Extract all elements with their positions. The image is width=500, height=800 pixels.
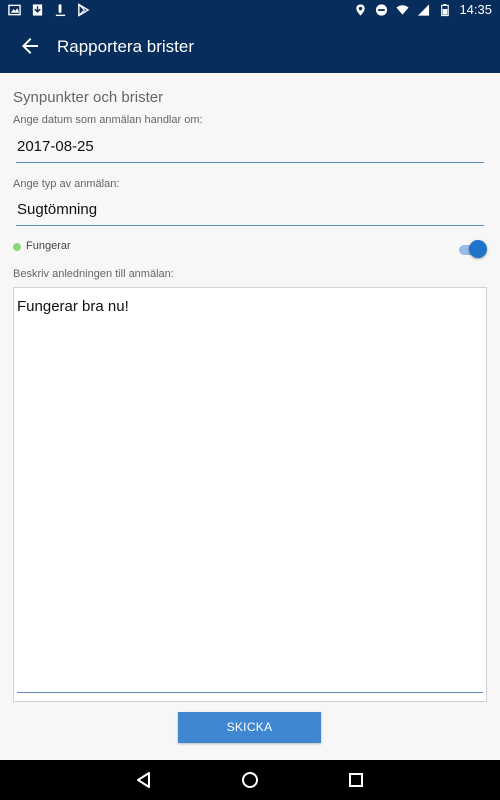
underscore-icon [55,4,66,17]
image-icon [8,4,21,16]
section-title: Synpunkter och brister [13,89,164,106]
type-label: Ange typ av anmälan: [13,178,120,190]
arrow-back-icon[interactable] [18,34,42,58]
status-bar-system: 14:35 [354,2,492,17]
back-triangle-icon[interactable] [134,770,154,790]
date-field[interactable]: 2017-08-25 [16,133,484,163]
recents-square-icon[interactable] [346,770,366,790]
navigation-bar [0,760,500,800]
description-textarea[interactable]: Fungerar bra nu! [13,287,487,702]
textarea-underline [17,692,483,693]
send-button[interactable]: SKICKA [178,712,321,743]
page-title: Rapportera brister [57,37,195,56]
clock: 14:35 [459,2,492,17]
description-text: Fungerar bra nu! [17,298,129,315]
wifi-icon [396,4,409,15]
status-bar-notifications [8,3,90,17]
play-store-icon [78,3,90,17]
status-label: Fungerar [26,240,71,252]
dnd-icon [376,3,388,16]
form-container: Synpunkter och brister Ange datum som an… [0,73,500,760]
status-bar: 14:35 [0,0,500,20]
status-toggle[interactable] [457,239,487,259]
app-bar: Rapportera brister [0,20,500,73]
type-field[interactable]: Sugtömning [16,196,484,226]
signal-icon [418,3,430,16]
home-circle-icon[interactable] [240,770,260,790]
battery-icon [441,3,450,16]
date-label: Ange datum som anmälan handlar om: [13,114,203,126]
description-label: Beskriv anledningen till anmälan: [13,268,174,280]
download-icon [32,4,43,16]
location-icon [356,3,366,16]
toggle-thumb [469,240,487,258]
status-row: Fungerar [13,239,487,259]
status-dot [13,243,21,251]
